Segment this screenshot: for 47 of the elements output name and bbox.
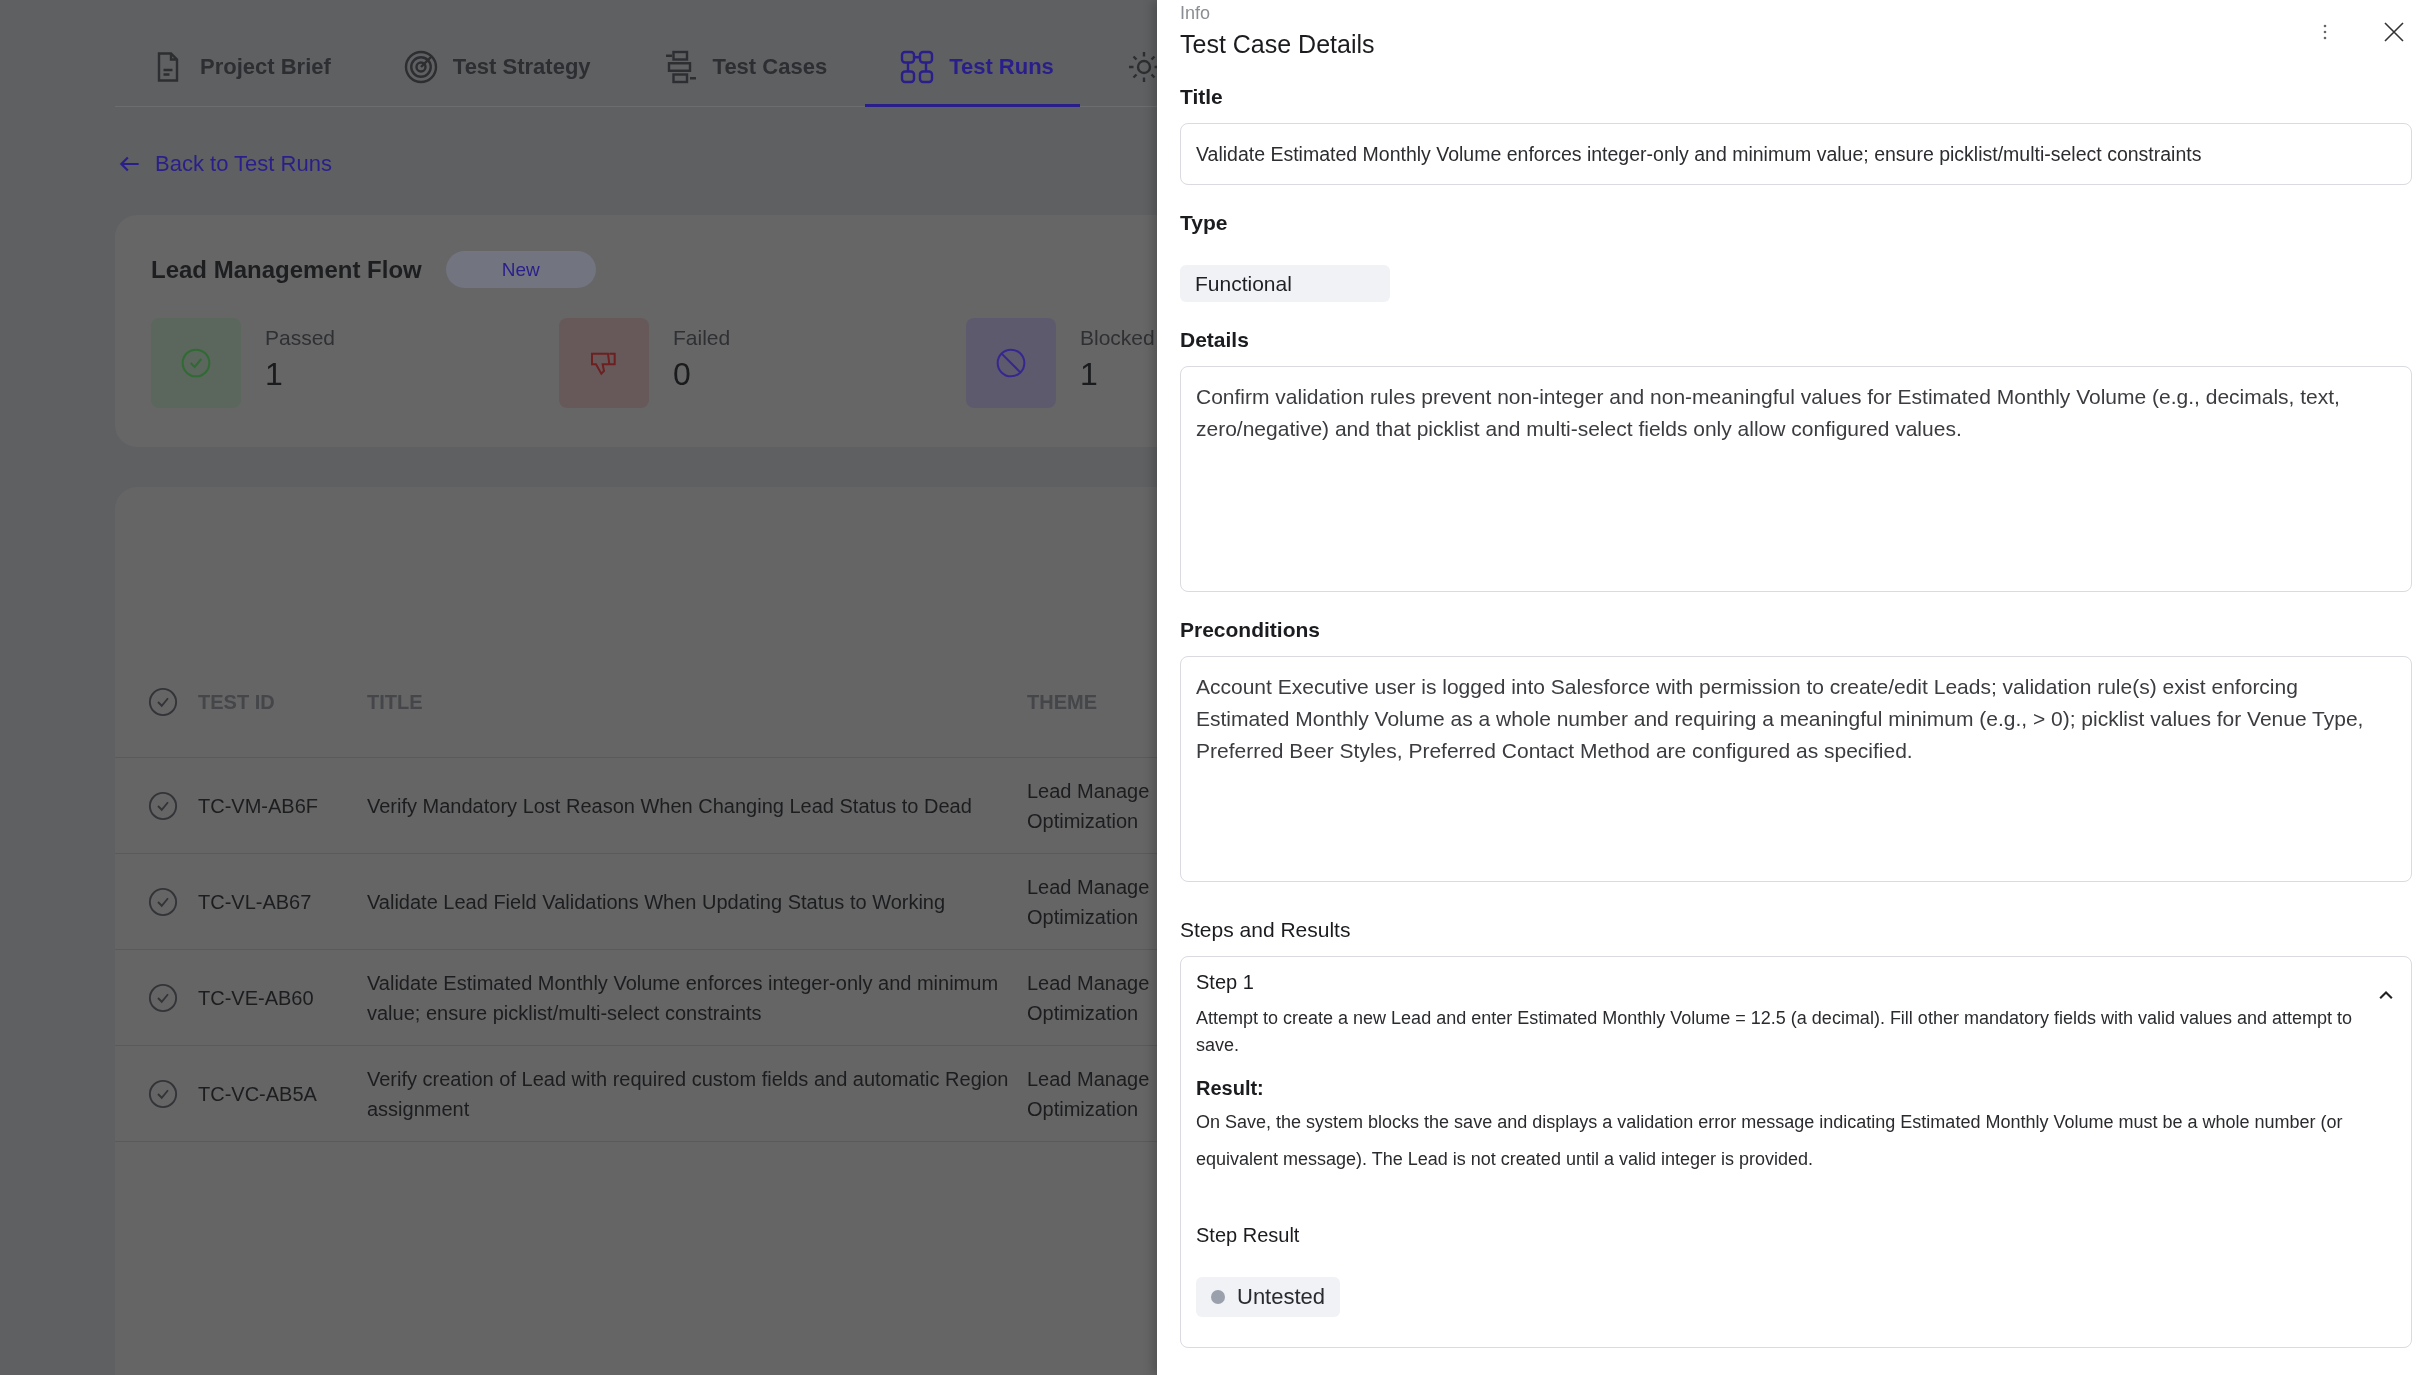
stat-label: Blocked xyxy=(1080,326,1155,350)
field-label: Details xyxy=(1180,328,1249,352)
text-area[interactable]: Confirm validation rules prevent non-integer and non-meaningful values for Estimated Monthly Volume (e.g., decimals, text, zero/negative) and that picklist and multi-select fields only allow configured values. xyxy=(1180,366,2412,592)
step-action: Attempt to create a new Lead and enter Estimated Monthly Volume = 12.5 (a decimal). Fill other mandatory fields with valid values and attempt to save. xyxy=(1196,1007,2354,1057)
test-id-cell-text: TC-VC-AB5A xyxy=(198,1081,318,1107)
type-chip: Functional xyxy=(1180,265,1390,302)
theme-cell-text: Lead Manage Optimization xyxy=(1027,1066,1151,1122)
status-chip[interactable]: Untested xyxy=(1196,1277,1341,1317)
check-circle-icon[interactable] xyxy=(148,1078,178,1109)
test-id-cell-text: TC-VL-AB67 xyxy=(198,889,313,915)
result-label: Result: xyxy=(1196,1077,1264,1100)
stat-value: 1 xyxy=(265,356,284,393)
stat-value: 1 xyxy=(1080,356,1099,393)
step-result-label: Step Result xyxy=(1196,1224,1300,1247)
check-circle-icon[interactable] xyxy=(148,886,178,917)
stat-value: 0 xyxy=(673,356,692,393)
test-id-cell-text: TC-VE-AB60 xyxy=(198,985,315,1011)
step-title: Step 1 xyxy=(1196,971,1254,994)
theme-cell-text: Lead Manage Optimization xyxy=(1027,778,1151,834)
title-cell-text: Verify Mandatory Lost Reason When Changing Lead Status to Dead xyxy=(367,793,973,819)
stat-label: Failed xyxy=(673,326,731,350)
title-field[interactable]: Validate Estimated Monthly Volume enforces integer-only and minimum value; ensure picklist/multi-select constraints xyxy=(1180,123,2412,185)
theme-cell-text: Lead Manage Optimization xyxy=(1027,970,1151,1026)
theme-cell-text: Lead Manage Optimization xyxy=(1027,874,1151,930)
tab[interactable]: Test Runs xyxy=(865,30,1080,107)
more-icon[interactable] xyxy=(2322,22,2328,42)
select-all-icon[interactable] xyxy=(148,687,178,717)
back-link[interactable]: Back to Test Runs xyxy=(117,151,332,177)
check-circle-icon[interactable] xyxy=(148,982,178,1013)
run-title: Lead Management Flow xyxy=(151,255,422,284)
title-cell-text: Validate Lead Field Validations When Updating Status to Working xyxy=(367,889,947,915)
panel-title: Test Case Details xyxy=(1180,30,1376,59)
field-label: Type xyxy=(1180,211,1228,235)
grid-check-icon xyxy=(899,49,936,85)
title-cell-text: Validate Estimated Monthly Volume enforces integer-only and minimum value; ensure picklist/multi-select constraints xyxy=(367,970,1000,1026)
result-text: On Save, the system blocks the save and displays a validation error message indicating Estimated Monthly Volume must be a whole number (or equivalent message). The Lead is not created until a valid integer is provided. xyxy=(1196,1111,2344,1171)
check-circle-icon[interactable] xyxy=(148,790,178,821)
target-icon xyxy=(402,49,439,85)
close-icon[interactable] xyxy=(2382,20,2406,44)
title-cell-text: Verify creation of Lead with required custom fields and automatic Region assignment xyxy=(367,1066,1010,1122)
panel-eyebrow: Info xyxy=(1180,3,1212,24)
field-label: Title xyxy=(1180,85,1223,109)
test-id-cell-text: TC-VM-AB6F xyxy=(198,793,319,819)
text-area[interactable]: Account Executive user is logged into Salesforce with permission to create/edit Leads; validation rule(s) exist enforcing Estimated Monthly Volume as a whole number and requiring a meaningful minimum (e.g., > 0); picklist values for Venue Type, Preferred Beer Styles, Preferred Contact Method are configured as specified. xyxy=(1180,656,2412,882)
section-heading: Steps and Results xyxy=(1180,918,1351,942)
field-label: Preconditions xyxy=(1180,618,1321,642)
status-badge: New xyxy=(445,251,596,288)
